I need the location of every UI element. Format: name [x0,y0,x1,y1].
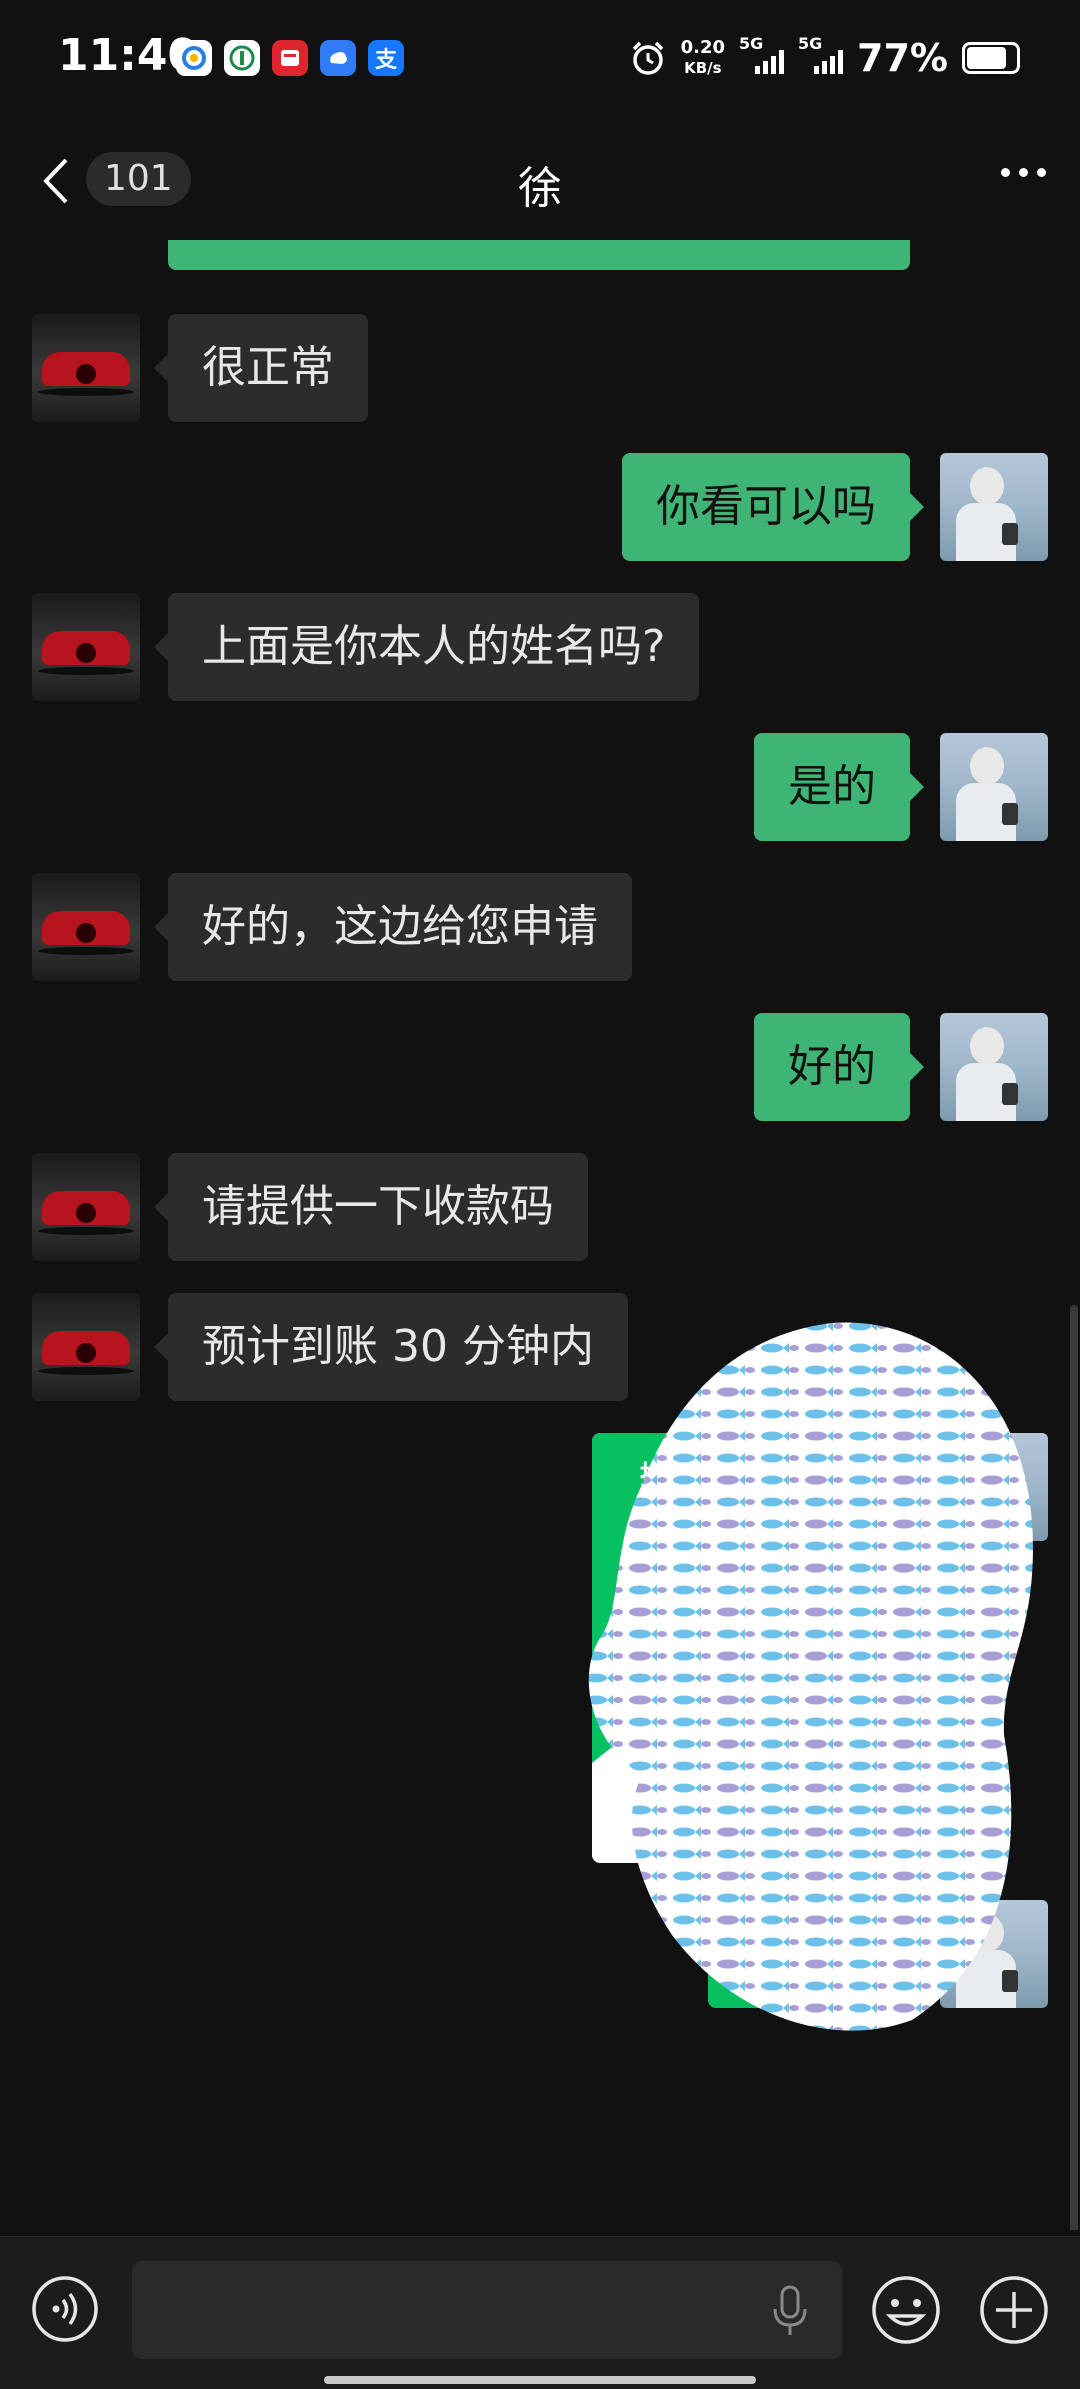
alarm-icon [632,41,663,75]
self-avatar[interactable] [940,733,1048,841]
contact-avatar[interactable] [32,873,140,981]
incoming-message-bubble[interactable]: 很正常 [154,314,368,422]
message-input-bar [0,2236,1080,2389]
network-speed-value: 0.20 [680,37,726,58]
message-text-input[interactable] [132,2261,842,2359]
contact-avatar[interactable] [32,593,140,701]
alipay-app-icon: 支 [368,40,404,76]
voice-icon [32,2276,98,2342]
browser-app-icon [176,40,212,76]
contact-avatar[interactable] [32,314,140,422]
emoji-button[interactable] [870,2274,942,2346]
emoji-icon [872,2276,940,2344]
more-dot-icon [1001,168,1010,177]
chat-message-list[interactable]: 很正常 你看可以吗 上面是你本人的姓名吗? 是的 好的，这边给您申请 好的 请提… [0,240,1080,2230]
network-speed: 0.20 KB/s [681,38,725,78]
battery-icon [962,42,1020,74]
more-dot-icon [1019,168,1028,177]
chat-title: 徐 [518,163,562,214]
incoming-message-bubble[interactable]: 预计到账 30 分钟内 [154,1293,628,1401]
network-speed-unit: KB/s [684,59,722,77]
incoming-message-bubble[interactable]: 上面是你本人的姓名吗? [153,593,700,701]
scrollbar[interactable] [1070,1305,1078,2230]
status-bar: 11:40 支 0.20 KB/s 5G 5G 77% [0,0,1080,120]
signal-1: 5G [739,34,785,74]
more-dot-icon [1037,168,1046,177]
outgoing-message-bubble[interactable]: 好的 [754,1013,924,1121]
partial-outgoing-bubble[interactable] [168,240,910,270]
cloud-app-icon [320,40,356,76]
contact-avatar[interactable] [32,1293,140,1401]
self-avatar[interactable] [940,453,1048,561]
incoming-message-bubble[interactable]: 好的，这边给您申请 [154,873,632,981]
microphone-icon[interactable] [770,2283,810,2339]
incoming-message-bubble[interactable]: 请提供一下收款码 [154,1153,588,1261]
home-indicator[interactable] [324,2376,756,2384]
plus-icon [980,2276,1048,2344]
system-indicators: 0.20 KB/s 5G 5G 77% [629,34,1020,80]
notification-icons: 支 [176,40,404,76]
voice-mode-button[interactable] [30,2274,100,2344]
outgoing-message-bubble[interactable]: 是的 [754,733,924,841]
contact-avatar[interactable] [32,1153,140,1261]
signal-2: 5G [798,34,844,74]
bank-app-icon [224,40,260,76]
signal-2-label: 5G [798,34,823,53]
battery-percent: 77% [857,36,948,80]
self-avatar[interactable] [940,1013,1048,1121]
outgoing-message-bubble[interactable]: 你看可以吗 [622,453,924,561]
signal-1-label: 5G [739,34,764,53]
more-options-button[interactable] [1001,168,1046,177]
more-functions-button[interactable] [978,2274,1050,2346]
chat-header: 101 徐 [0,120,1080,240]
shopping-app-icon [272,40,308,76]
privacy-mask-sticker [588,1322,1033,2031]
